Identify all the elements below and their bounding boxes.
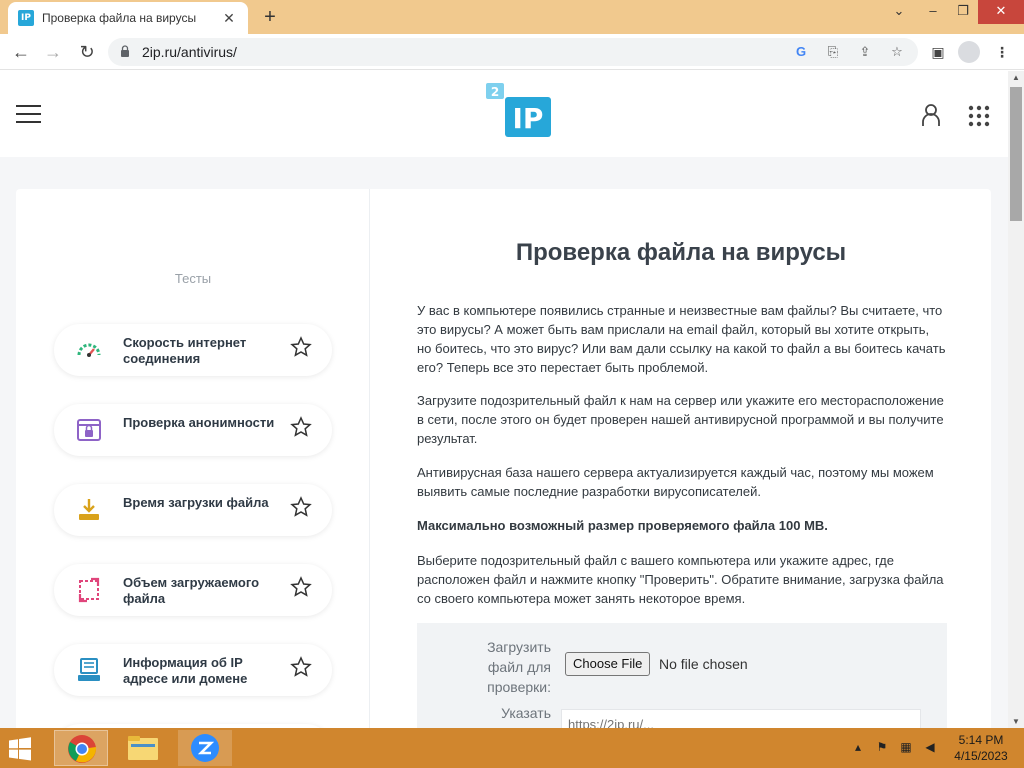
share-icon[interactable]: ⇪ — [856, 43, 874, 61]
no-file-chosen-text: No file chosen — [659, 656, 748, 672]
new-tab-button[interactable]: + — [258, 5, 282, 29]
main-content: Проверка файла на вирусы У вас в компьют… — [371, 189, 991, 728]
url-text[interactable]: 2ip.ru/antivirus/ — [142, 44, 237, 60]
user-account-icon[interactable] — [920, 103, 942, 127]
favorite-star-icon[interactable] — [290, 656, 312, 678]
favorite-star-icon[interactable] — [290, 336, 312, 358]
profile-avatar-icon[interactable] — [958, 41, 980, 63]
taskbar-file-explorer-button[interactable] — [116, 730, 170, 766]
address-bar[interactable]: 2ip.ru/antivirus/ G ⎘ ⇪ ☆ — [108, 38, 918, 66]
scroll-down-arrow-icon[interactable]: ▼ — [1012, 717, 1020, 726]
taskbar-clock[interactable]: 5:14 PM 4/15/2023 — [946, 732, 1016, 764]
sidebar-item-label: Время загрузки файла — [123, 495, 269, 510]
sidebar-item-label: Скорость интернет соединения — [123, 335, 247, 366]
tray-expand-icon[interactable]: ▴ — [850, 740, 866, 756]
chrome-icon — [68, 735, 97, 763]
lock-icon[interactable] — [120, 45, 130, 57]
svg-text:IP: IP — [513, 102, 544, 135]
back-button[interactable]: ← — [8, 40, 34, 64]
scroll-up-arrow-icon[interactable]: ▲ — [1012, 73, 1020, 82]
action-center-flag-icon[interactable]: ⚑ — [874, 740, 890, 756]
sidebar-heading: Тесты — [174, 271, 212, 286]
sidebar-item-label: Информация об IP адресе или домене — [123, 655, 248, 686]
page-title: Проверка файла на вирусы — [515, 239, 847, 266]
page-scrollbar[interactable]: ▲ ▼ — [1008, 71, 1024, 728]
file-url-label: Указать ссылку на файл: — [486, 705, 551, 728]
intro-paragraph: У вас в компьютере появились странные и … — [417, 303, 946, 375]
zoom-app-icon — [191, 734, 219, 762]
max-size-paragraph: Максимально возможный размер проверяемог… — [417, 518, 828, 533]
taskbar-zoom-button[interactable] — [178, 730, 232, 766]
favorite-star-icon[interactable] — [290, 416, 312, 438]
translate-icon[interactable]: ⎘ — [824, 43, 842, 61]
network-icon[interactable]: ▦ — [898, 740, 914, 756]
clock-date: 4/15/2023 — [954, 749, 1008, 763]
upload-form: Загрузить файл для проверки: Choose File… — [417, 623, 947, 728]
sidebar-item-anonymity[interactable]: Проверка анонимности — [54, 404, 332, 456]
sidebar-item-ip-info[interactable]: Информация об IP адресе или домене — [54, 644, 332, 696]
close-window-button[interactable]: ✕ — [978, 0, 1024, 24]
maximize-button[interactable]: ❐ — [946, 0, 980, 24]
tests-sidebar: Тесты Скорость интернет соединения Прове… — [16, 189, 370, 728]
scroll-thumb[interactable] — [1010, 87, 1022, 221]
windows-start-icon[interactable] — [8, 737, 32, 761]
reload-button[interactable]: ↻ — [74, 40, 100, 64]
side-panel-icon[interactable]: ▣ — [928, 42, 948, 62]
speedometer-icon — [77, 343, 101, 357]
folder-icon — [128, 736, 158, 760]
svg-text:2: 2 — [491, 85, 499, 99]
sidebar-item-label: Объем загружаемого файла — [123, 575, 260, 606]
taskbar-chrome-button[interactable] — [54, 730, 108, 766]
upload-file-label: Загрузить файл для проверки: — [487, 639, 551, 695]
forward-button[interactable]: → — [40, 40, 66, 64]
hamburger-menu-icon[interactable] — [16, 105, 41, 123]
browser-tab[interactable]: IP Проверка файла на вирусы ✕ — [8, 2, 248, 34]
tab-title: Проверка файла на вирусы — [42, 11, 197, 25]
tab-search-chevron-icon[interactable]: ⌄ — [882, 0, 916, 24]
minimize-button[interactable]: – — [916, 0, 950, 24]
browser-menu-icon[interactable]: ⋮ — [992, 42, 1012, 62]
page-viewport: 2 IP Тесты Скорость интернет соединения … — [0, 71, 1008, 728]
bookmark-star-icon[interactable]: ☆ — [888, 43, 906, 61]
sidebar-item-download-time[interactable]: Время загрузки файла — [54, 484, 332, 536]
tab-strip: IP Проверка файла на вирусы ✕ + ⌄ – ❐ ✕ — [0, 0, 1024, 34]
database-info-paragraph: Антивирусная база нашего сервера актуали… — [417, 465, 934, 499]
volume-muted-icon[interactable]: ◀ — [922, 740, 938, 756]
google-lens-icon[interactable]: G — [792, 43, 810, 61]
clock-time: 5:14 PM — [958, 733, 1004, 747]
sidebar-item-speed-test[interactable]: Скорость интернет соединения — [54, 324, 332, 376]
instructions-paragraph: Выберите подозрительный файл с вашего ко… — [417, 553, 944, 606]
sidebar-item-file-size[interactable]: Объем загружаемого файла — [54, 564, 332, 616]
content-card: Тесты Скорость интернет соединения Прове… — [16, 189, 991, 728]
apps-grid-icon[interactable] — [968, 105, 990, 127]
file-size-icon — [78, 577, 100, 603]
file-url-input[interactable] — [561, 709, 921, 728]
site-header: 2 IP — [0, 71, 1008, 157]
2ip-logo[interactable]: 2 IP — [486, 83, 552, 141]
choose-file-button[interactable]: Choose File — [565, 652, 651, 676]
ip-info-icon — [78, 658, 100, 681]
favorite-star-icon[interactable] — [290, 496, 312, 518]
download-time-icon — [79, 499, 99, 520]
taskbar: ▴ ⚑ ▦ ◀ 5:14 PM 4/15/2023 — [0, 728, 1024, 768]
favorite-star-icon[interactable] — [290, 576, 312, 598]
sidebar-item-label: Проверка анонимности — [123, 415, 275, 430]
upload-info-paragraph: Загрузите подозрительный файл к нам на с… — [417, 393, 944, 446]
tab-close-icon[interactable]: ✕ — [220, 10, 238, 27]
browser-toolbar: ← → ↻ 2ip.ru/antivirus/ G ⎘ ⇪ ☆ ▣ ⋮ — [0, 34, 1024, 70]
anonymity-icon — [77, 419, 101, 441]
site-favicon-icon: IP — [18, 10, 34, 26]
